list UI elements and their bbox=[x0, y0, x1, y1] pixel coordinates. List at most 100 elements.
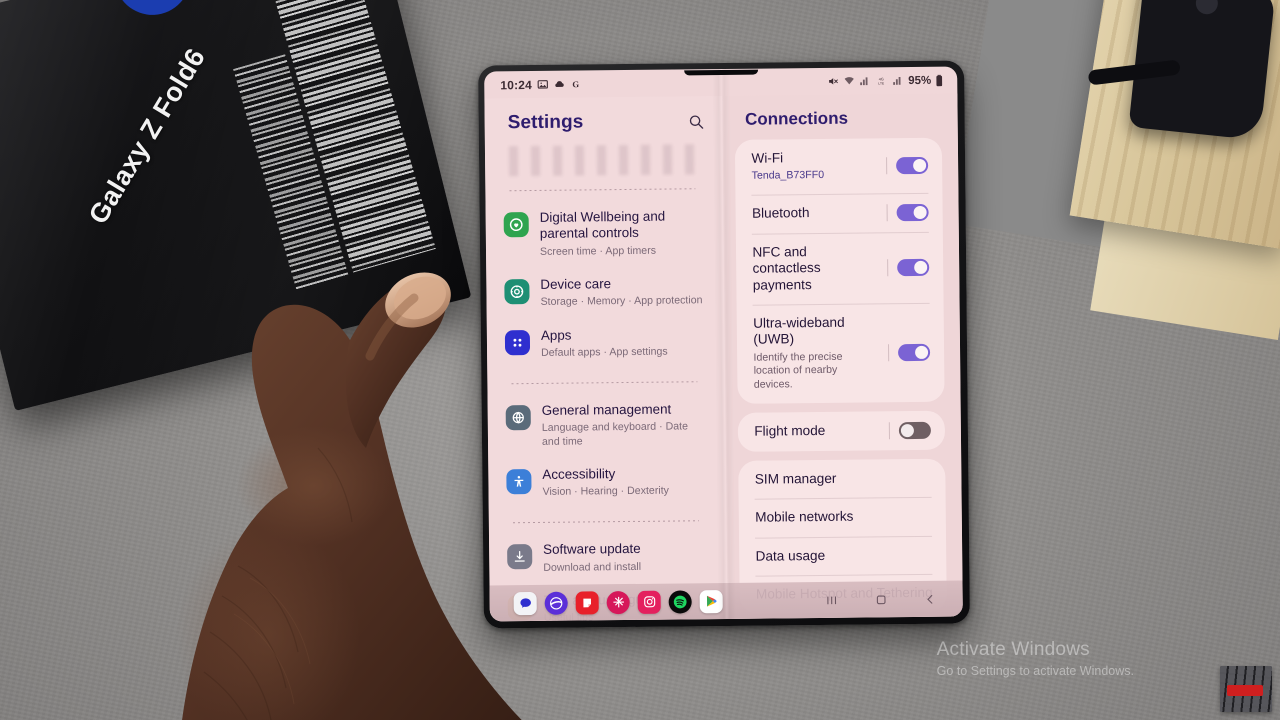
row-subtitle: Tenda_B73FF0 bbox=[751, 169, 825, 183]
windows-activation-watermark: Activate Windows Go to Settings to activ… bbox=[937, 639, 1134, 678]
apps-icon bbox=[504, 329, 531, 355]
nfc-toggle[interactable] bbox=[897, 258, 930, 277]
svg-text:4G: 4G bbox=[879, 77, 884, 81]
bluetooth-toggle[interactable] bbox=[896, 203, 929, 222]
partial-row-above bbox=[508, 144, 696, 177]
flight-mode-toggle[interactable] bbox=[898, 421, 931, 440]
status-clock: 10:24 bbox=[500, 77, 533, 92]
connections-row-flight-mode[interactable]: Flight mode bbox=[738, 411, 945, 452]
row-label: Ultra-wideband (UWB) bbox=[753, 314, 845, 348]
connections-pane: Connections Wi-Fi Tenda_B73FF0 Bluetooth… bbox=[722, 93, 963, 619]
settings-split-view: Settings Digital Wellbeing and parental … bbox=[484, 93, 963, 622]
instagram-icon[interactable] bbox=[637, 590, 661, 614]
corner-thumbnail-overlay bbox=[1220, 666, 1272, 712]
connections-title: Connections bbox=[744, 108, 849, 129]
red-key-graphic bbox=[1227, 685, 1263, 696]
navigation-bar bbox=[825, 592, 963, 606]
settings-item-subtitle: Vision · Hearing · Dexterity bbox=[542, 484, 669, 499]
connections-row-mobile-networks[interactable]: Mobile networks bbox=[739, 497, 946, 537]
settings-item-device-care[interactable]: Device care Storage · Memory · App prote… bbox=[496, 266, 711, 319]
wifi-icon bbox=[843, 76, 855, 87]
row-label: SIM manager bbox=[754, 470, 837, 487]
dock-app-list bbox=[490, 589, 723, 615]
uwb-toggle[interactable] bbox=[897, 343, 931, 362]
settings-item-title: General management bbox=[541, 401, 672, 418]
connections-toggles-card: Wi-Fi Tenda_B73FF0 Bluetooth NFC and con… bbox=[735, 137, 945, 404]
cloud-icon bbox=[553, 79, 565, 90]
wifi-toggle[interactable] bbox=[896, 156, 929, 175]
galaxy-store-icon[interactable] bbox=[544, 591, 568, 615]
wellbeing-icon bbox=[503, 212, 529, 238]
settings-header: Settings bbox=[484, 96, 723, 140]
row-label: Data usage bbox=[755, 547, 826, 564]
bluetooth-toggle-rail bbox=[887, 203, 929, 222]
settings-item-title: Accessibility bbox=[542, 466, 616, 482]
sticker-app-icon[interactable] bbox=[606, 590, 630, 614]
settings-item-general-management[interactable]: General management Language and keyboard… bbox=[498, 392, 713, 458]
settings-pane: Settings Digital Wellbeing and parental … bbox=[484, 95, 729, 622]
settings-item-accessibility[interactable]: Accessibility Vision · Hearing · Dexteri… bbox=[498, 456, 713, 509]
battery-icon bbox=[935, 74, 943, 86]
list-divider bbox=[512, 520, 700, 524]
back-button[interactable] bbox=[924, 592, 937, 605]
settings-item-title: Apps bbox=[540, 327, 572, 343]
galaxy-z-fold6-device: 10:24 G 4G LTE 95% Settings Digital Well… bbox=[478, 60, 970, 629]
settings-item-subtitle: Download and install bbox=[543, 560, 642, 574]
watermark-subtitle: Go to Settings to activate Windows. bbox=[936, 664, 1134, 678]
accessibility-icon bbox=[506, 468, 532, 495]
home-button[interactable] bbox=[875, 593, 888, 606]
taskbar-dock bbox=[489, 580, 963, 622]
black-clamp-tool bbox=[1128, 0, 1276, 141]
row-label: Flight mode bbox=[754, 423, 826, 439]
connections-row-nfc[interactable]: NFC and contactless payments bbox=[736, 232, 943, 305]
connections-row-sim-manager[interactable]: SIM manager bbox=[739, 459, 946, 499]
settings-item-software-update[interactable]: Software update Download and install bbox=[499, 532, 714, 585]
page-title: Settings bbox=[507, 111, 584, 134]
flight-mode-toggle-rail bbox=[889, 421, 931, 440]
galaxy-z-fold6-retail-box: Galaxy Z Fold6 bbox=[0, 0, 472, 411]
spotify-icon[interactable] bbox=[668, 589, 692, 614]
list-divider bbox=[509, 188, 696, 192]
google-play-icon[interactable] bbox=[699, 589, 723, 613]
settings-item-subtitle: Storage · Memory · App protection bbox=[540, 294, 703, 309]
lte-icon: 4G LTE bbox=[874, 75, 888, 86]
search-icon[interactable] bbox=[683, 108, 709, 134]
settings-item-title: Device care bbox=[540, 276, 612, 292]
camera-notch bbox=[683, 69, 758, 76]
settings-item-subtitle: Language and keyboard · Date and time bbox=[541, 420, 689, 448]
settings-item-digital-wellbeing[interactable]: Digital Wellbeing and parental controls … bbox=[495, 199, 710, 268]
row-label: Bluetooth bbox=[751, 205, 810, 222]
settings-item-subtitle: Default apps · App settings bbox=[541, 345, 668, 359]
settings-item-title: Digital Wellbeing and parental controls bbox=[539, 208, 666, 242]
row-label: Mobile networks bbox=[755, 508, 854, 525]
svg-text:G: G bbox=[572, 79, 579, 89]
settings-list: Digital Wellbeing and parental controls … bbox=[485, 144, 728, 621]
image-icon bbox=[537, 79, 548, 90]
connections-row-data-usage[interactable]: Data usage bbox=[739, 535, 946, 575]
samsung-messages-icon[interactable] bbox=[513, 591, 537, 615]
signal-icon bbox=[859, 75, 870, 86]
list-divider bbox=[511, 381, 698, 385]
flight-mode-card: Flight mode bbox=[738, 410, 946, 452]
connections-row-wifi[interactable]: Wi-Fi Tenda_B73FF0 bbox=[735, 138, 942, 195]
watermark-title: Activate Windows bbox=[936, 639, 1090, 660]
settings-item-subtitle: Screen time · App timers bbox=[539, 244, 657, 258]
device-care-icon bbox=[504, 278, 530, 305]
software-update-icon bbox=[507, 544, 533, 570]
samsung-notes-icon[interactable] bbox=[575, 590, 599, 615]
scene-desk-photo: Galaxy Z Fold6 10:24 G 4G LTE 95% Settin… bbox=[0, 0, 1280, 720]
nfc-toggle-rail bbox=[887, 258, 930, 277]
device-screen: 10:24 G 4G LTE 95% Settings Digital Well… bbox=[484, 66, 963, 622]
connections-header: Connections bbox=[723, 94, 958, 140]
signal2-icon bbox=[892, 75, 903, 86]
uwb-toggle-rail bbox=[888, 343, 931, 362]
settings-item-apps[interactable]: Apps Default apps · App settings bbox=[497, 317, 712, 370]
recents-button[interactable] bbox=[825, 593, 839, 606]
connections-row-bluetooth[interactable]: Bluetooth bbox=[736, 193, 943, 234]
row-label: Wi-Fi bbox=[751, 150, 784, 166]
row-subtitle: Identify the precise location of nearby … bbox=[753, 350, 843, 391]
wifi-toggle-rail bbox=[886, 156, 929, 175]
google-icon: G bbox=[570, 78, 581, 89]
connections-row-uwb[interactable]: Ultra-wideband (UWB) Identify the precis… bbox=[737, 303, 945, 404]
battery-percent: 95% bbox=[908, 74, 932, 87]
